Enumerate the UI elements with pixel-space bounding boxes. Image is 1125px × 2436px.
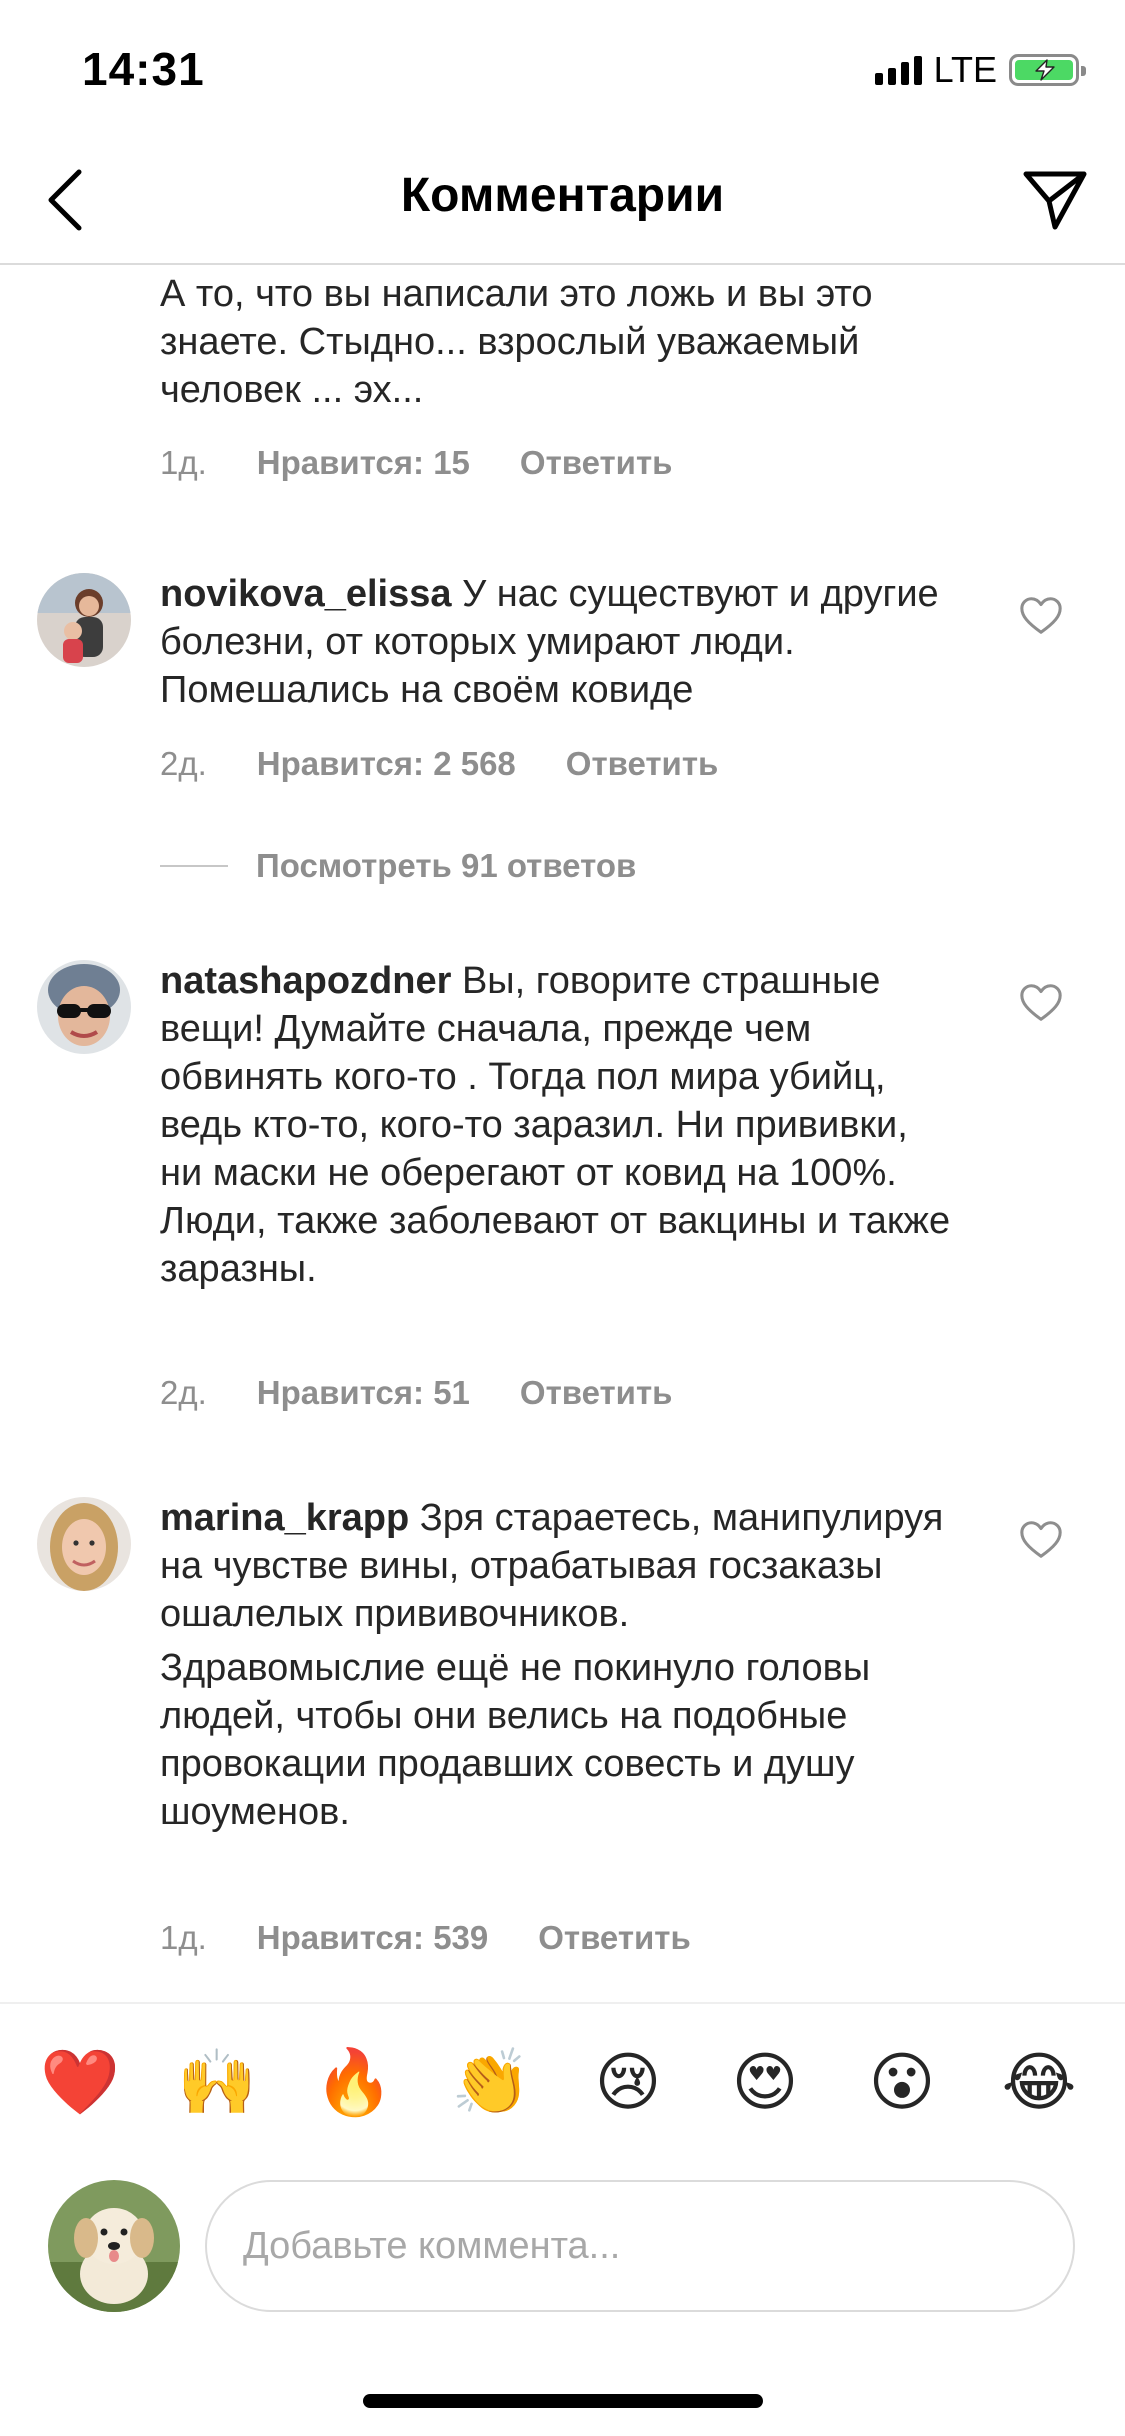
- comment-time: 2д.: [160, 1374, 207, 1411]
- avatar[interactable]: [37, 573, 131, 667]
- reply-button[interactable]: Ответить: [566, 745, 719, 783]
- signal-icon: [874, 55, 922, 85]
- heart-outline-icon[interactable]: [1018, 980, 1064, 1026]
- comment-meta: 2д. Нравится: 51 Ответить: [160, 1374, 672, 1412]
- reply-button[interactable]: Ответить: [520, 1374, 673, 1412]
- like-count[interactable]: Нравится: 2 568: [257, 745, 516, 783]
- emoji-clap-button[interactable]: 👏: [451, 2042, 531, 2122]
- emoji-heart-button[interactable]: ❤️: [40, 2042, 120, 2122]
- emoji-surprised-button[interactable]: 😮: [862, 2042, 942, 2122]
- avatar[interactable]: [37, 960, 131, 1054]
- comment-username[interactable]: natashapozdner: [160, 960, 451, 1002]
- comment-input[interactable]: [205, 2180, 1075, 2312]
- comment-username[interactable]: marina_krapp: [160, 1497, 409, 1539]
- avatar: [48, 2180, 180, 2312]
- comment-username[interactable]: novikova_elissa: [160, 573, 452, 615]
- emoji-reaction-bar: ❤️ 🙌 🔥 👏 😢 😍 😮 😂: [0, 2002, 1125, 2152]
- emoji-fire-button[interactable]: 🔥: [314, 2042, 394, 2122]
- home-indicator[interactable]: [363, 2394, 763, 2408]
- heart-outline-icon[interactable]: [1018, 593, 1064, 639]
- comment-time: 1д.: [160, 1919, 207, 1956]
- network-label: LTE: [933, 49, 997, 90]
- like-count[interactable]: Нравится: 15: [257, 444, 470, 482]
- view-replies-button[interactable]: Посмотреть 91 ответов: [160, 847, 636, 885]
- comment-time: 1д.: [160, 444, 207, 481]
- battery-icon: [1009, 54, 1086, 86]
- comment-text: Вы, говорите страшные вещи! Думайте снач…: [160, 960, 951, 1290]
- like-count[interactable]: Нравится: 539: [257, 1919, 488, 1957]
- status-bar: 14:31 LTE: [0, 0, 1125, 140]
- status-time: 14:31: [82, 43, 205, 95]
- like-count[interactable]: Нравится: 51: [257, 1374, 470, 1412]
- status-indicators: LTE: [874, 49, 1086, 90]
- divider: [160, 865, 228, 867]
- avatar[interactable]: [37, 1497, 131, 1591]
- comment-body: у ... у А то, что вы написали это ложь и…: [160, 267, 960, 414]
- comment-body: natashapozdner Вы, говорите страшные вещ…: [160, 957, 960, 1293]
- nav-bar: Комментарии: [0, 140, 1125, 265]
- reply-button[interactable]: Ответить: [538, 1919, 691, 1957]
- comment-time: 2д.: [160, 745, 207, 782]
- reply-button[interactable]: Ответить: [520, 444, 673, 482]
- page-title: Комментарии: [400, 169, 725, 222]
- view-replies-label: Посмотреть 91 ответов: [256, 847, 637, 884]
- comment-text: Здравомыслие ещё не покинуло головы люде…: [160, 1647, 871, 1833]
- comment-body: marina_krapp Зря стараетесь, манипулируя…: [160, 1494, 960, 1836]
- paper-plane-icon: [1023, 171, 1087, 230]
- comment-list[interactable]: у ... у А то, что вы написали это ложь и…: [0, 267, 1125, 2002]
- emoji-raised-hands-button[interactable]: 🙌: [177, 2042, 257, 2122]
- comment-body: novikova_elissa У нас существуют и други…: [160, 570, 960, 714]
- comment-text: А то, что вы написали это ложь и вы это …: [160, 273, 873, 411]
- send-button[interactable]: [1015, 160, 1095, 240]
- heart-outline-icon[interactable]: [1018, 1517, 1064, 1563]
- emoji-joy-button[interactable]: 😂: [999, 2042, 1079, 2122]
- comment-meta: 2д. Нравится: 2 568 Ответить: [160, 745, 718, 783]
- comment-meta: 1д. Нравится: 15 Ответить: [160, 444, 672, 482]
- emoji-crying-button[interactable]: 😢: [588, 2042, 668, 2122]
- comment-composer: [0, 2152, 1125, 2352]
- comment-meta: 1д. Нравится: 539 Ответить: [160, 1919, 691, 1957]
- emoji-heart-eyes-button[interactable]: 😍: [725, 2042, 805, 2122]
